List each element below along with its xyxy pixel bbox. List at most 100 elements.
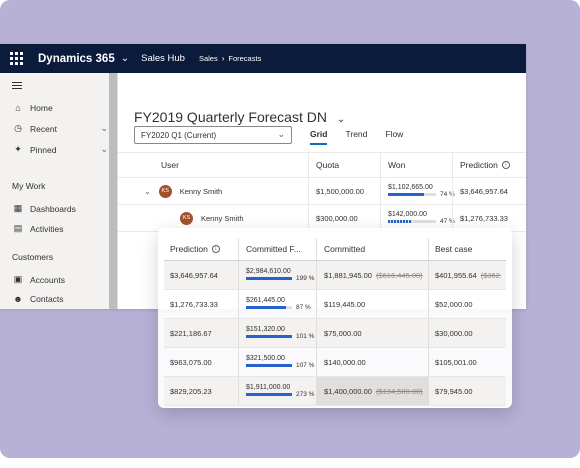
committed-forecast-value: $151,320.00: [246, 326, 285, 333]
chevron-down-icon[interactable]: ⌄: [100, 123, 108, 134]
best-case-previous-value: ($362,: [480, 270, 501, 280]
committed-cell[interactable]: $140,000.00: [316, 348, 428, 376]
chevron-down-icon[interactable]: ⌄: [337, 114, 345, 125]
pin-icon: ✦: [14, 144, 22, 154]
section-customers: Customers: [12, 252, 54, 262]
breadcrumb-forecasts[interactable]: Forecasts: [228, 54, 261, 63]
committed-value: $140,000.00: [324, 357, 366, 367]
committed-value: $1,881,945.00: [324, 270, 372, 280]
committed-forecast-cell: $151,320.00 101 %: [246, 319, 318, 347]
sidebar-item-label: Dashboards: [30, 203, 76, 214]
table-row[interactable]: $829,205.23 $1,911,000.00 273 % $1,400,000.…: [164, 377, 506, 406]
section-my-work: My Work: [12, 181, 46, 191]
prediction-value: $3,646,957.64: [170, 270, 218, 280]
sidebar-item-label: Recent: [30, 123, 57, 134]
info-icon[interactable]: i: [501, 161, 510, 169]
committed-forecast-value: $2,984,610.00: [246, 268, 291, 275]
sidebar-item-pinned[interactable]: ✦ Pinned ⌄: [12, 144, 108, 155]
page-title[interactable]: FY2019 Quarterly Forecast DN ⌄: [134, 109, 345, 125]
best-case-cell: $52,000.00: [435, 290, 501, 318]
detail-table: Prediction i Committed F... Committed Be…: [164, 238, 506, 406]
sidebar-item-home[interactable]: ⌂ Home: [12, 103, 108, 113]
avatar: KS: [180, 211, 193, 225]
view-tabs: Grid Trend Flow: [310, 129, 421, 145]
top-bar: Dynamics 365 ⌄ Sales Hub Sales › Forecas…: [0, 44, 526, 73]
app-name[interactable]: Sales Hub: [141, 53, 185, 64]
committed-cell[interactable]: $119,445.00: [316, 290, 428, 318]
sidebar-scrollbar[interactable]: [109, 73, 117, 309]
committed-forecast-value: $261,445.00: [246, 297, 285, 304]
committed-previous-value: ($134,500.00): [375, 386, 423, 396]
tab-grid[interactable]: Grid: [310, 129, 328, 145]
best-case-cell: $79,945.00: [435, 377, 501, 405]
tab-flow[interactable]: Flow: [385, 129, 403, 145]
column-header-won[interactable]: Won: [388, 153, 405, 177]
sidebar-item-activities[interactable]: ▤ Activities: [12, 223, 108, 234]
won-progress-bar: [388, 193, 436, 196]
detail-header: Prediction i Committed F... Committed Be…: [164, 238, 506, 261]
best-case-value: $105,001.00: [435, 357, 477, 367]
sidebar-item-contacts[interactable]: ☻ Contacts: [12, 294, 108, 304]
sidebar-item-label: Activities: [30, 223, 64, 234]
person-icon: ☻: [13, 294, 23, 304]
column-header-committed-forecast[interactable]: Committed F...: [246, 238, 301, 260]
app-launcher-icon[interactable]: [10, 52, 24, 65]
column-header-committed[interactable]: Committed: [324, 238, 365, 260]
user-name: Kenny Smith: [179, 186, 223, 196]
chevron-right-icon: ›: [221, 54, 225, 63]
best-case-cell: $30,000.00: [435, 319, 501, 347]
table-row[interactable]: ⌄ KS Kenny Smith $1,500,000.00 $1,102,66…: [118, 178, 526, 205]
chevron-down-icon[interactable]: ⌄: [144, 187, 151, 196]
committed-value: $75,000.00: [324, 328, 362, 338]
user-name: Kenny Smith: [201, 213, 244, 223]
committed-forecast-percent: 273 %: [296, 391, 315, 398]
breadcrumb-sales[interactable]: Sales: [199, 54, 218, 63]
committed-forecast-progress-bar: [246, 364, 292, 367]
committed-forecast-progress-bar: [246, 393, 292, 396]
committed-forecast-value: $321,500.00: [246, 355, 285, 362]
committed-forecast-value: $1,911,000.00: [246, 384, 291, 391]
detail-popout-card: Prediction i Committed F... Committed Be…: [158, 228, 512, 408]
best-case-value: $30,000.00: [435, 328, 473, 338]
committed-forecast-cell: $1,911,000.00 273 %: [246, 377, 318, 405]
sidebar-item-recent[interactable]: ◷ Recent ⌄: [12, 123, 108, 134]
sidebar-item-label: Contacts: [30, 294, 64, 304]
info-icon[interactable]: i: [211, 245, 220, 253]
sidebar-item-accounts[interactable]: ▣ Accounts: [12, 274, 108, 285]
column-header-best-case[interactable]: Best case: [435, 238, 472, 260]
committed-cell[interactable]: $75,000.00: [316, 319, 428, 347]
table-row[interactable]: $1,276,733.33 $261,445.00 87 % $119,445.00 $…: [164, 290, 506, 319]
committed-cell[interactable]: $1,881,945.00 ($616,445.00): [316, 261, 428, 289]
table-row[interactable]: $3,646,957.64 $2,984,610.00 199 % $1,881,94…: [164, 261, 506, 290]
won-value: $142,000.00: [388, 211, 427, 218]
avatar: KS: [158, 184, 172, 198]
chevron-down-icon[interactable]: ⌄: [121, 53, 129, 64]
column-header-user[interactable]: User: [161, 153, 179, 177]
column-header-prediction[interactable]: Prediction i: [170, 238, 220, 260]
brand-name[interactable]: Dynamics 365: [38, 53, 115, 65]
sidebar-item-label: Pinned: [30, 144, 57, 155]
prediction-value: $1,276,733.33: [170, 299, 218, 309]
won-cell: $1,102,665.00 74 %: [388, 178, 456, 204]
committed-forecast-cell: $321,500.00 107 %: [246, 348, 318, 376]
chevron-down-icon[interactable]: ⌄: [100, 144, 108, 155]
column-header-quota[interactable]: Quota: [316, 153, 339, 177]
table-row[interactable]: $963,075.00 $321,500.00 107 % $140,000.00 $1…: [164, 348, 506, 377]
tab-trend[interactable]: Trend: [345, 129, 367, 145]
prediction-value: $963,075.00: [170, 357, 212, 367]
building-icon: ▣: [13, 274, 23, 284]
won-progress-bar: [388, 220, 436, 223]
period-select[interactable]: FY2020 Q1 (Current) ⌄: [134, 126, 292, 144]
table-row[interactable]: $221,186.67 $151,320.00 101 % $75,000.00 $30…: [164, 319, 506, 348]
best-case-value: $52,000.00: [435, 299, 473, 309]
prediction-value: $829,205.23: [170, 386, 212, 396]
committed-forecast-percent: 101 %: [296, 333, 315, 340]
home-icon: ⌂: [15, 103, 21, 113]
best-case-value: $401,955.64: [435, 270, 477, 280]
won-value: $1,102,665.00: [388, 184, 433, 191]
committed-cell[interactable]: $1,400,000.00 ($134,500.00): [316, 377, 428, 405]
sidebar-item-dashboards[interactable]: ▦ Dashboards: [12, 203, 108, 214]
column-header-prediction[interactable]: Prediction i: [460, 153, 510, 177]
prediction-value: $221,186.67: [170, 328, 212, 338]
hamburger-icon[interactable]: [12, 82, 22, 91]
